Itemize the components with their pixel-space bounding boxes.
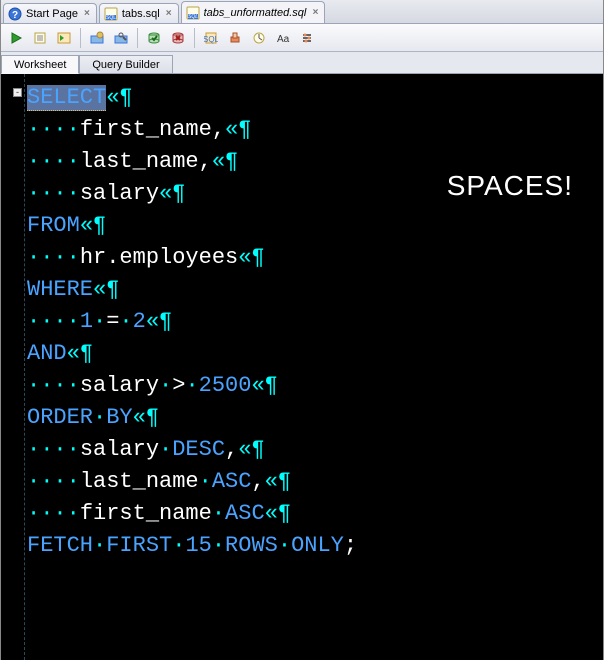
sql-file-icon: SQL [186, 6, 200, 20]
unshared-worksheet-button[interactable]: SQL [200, 27, 222, 49]
code-line: ····salary·DESC,«¶ [27, 434, 595, 466]
explain-plan-button[interactable] [53, 27, 75, 49]
subtab-worksheet[interactable]: Worksheet [1, 55, 79, 74]
sql-editor[interactable]: SPACES! SELECT«¶ ····first_name,«¶ ····l… [25, 74, 603, 660]
editor-area: - SPACES! SELECT«¶ ····first_name,«¶ ···… [1, 74, 603, 660]
tab-tabs-unformatted-sql[interactable]: SQL tabs_unformatted.sql × [181, 1, 326, 23]
tab-label: Start Page [26, 8, 78, 20]
tab-label: tabs.sql [122, 8, 160, 20]
close-icon[interactable]: × [312, 7, 318, 18]
toolbar-separator [137, 28, 138, 48]
close-icon[interactable]: × [166, 8, 172, 19]
editor-gutter: - [1, 74, 25, 660]
tab-start-page[interactable]: ? Start Page × [3, 3, 97, 23]
run-script-button[interactable] [29, 27, 51, 49]
to-upper-lower-button[interactable]: Aa [272, 27, 294, 49]
sql-file-icon: SQL [104, 7, 118, 21]
code-line: ····first_name,«¶ [27, 114, 595, 146]
rollback-button[interactable] [167, 27, 189, 49]
svg-text:SQL: SQL [188, 14, 198, 20]
close-icon[interactable]: × [84, 8, 90, 19]
commit-button[interactable] [143, 27, 165, 49]
code-line: ····last_name·ASC,«¶ [27, 466, 595, 498]
fold-toggle-icon[interactable]: - [13, 88, 22, 97]
code-line: ····hr.employees«¶ [27, 242, 595, 274]
file-tab-bar: ? Start Page × SQL tabs.sql × SQL tabs_u… [1, 0, 603, 24]
code-line: ····salary·>·2500«¶ [27, 370, 595, 402]
help-icon: ? [8, 7, 22, 21]
code-line: WHERE«¶ [27, 274, 595, 306]
annotation-label: SPACES! [447, 170, 573, 202]
run-statement-button[interactable] [5, 27, 27, 49]
clear-button[interactable] [224, 27, 246, 49]
worksheet-sub-tabs: Worksheet Query Builder [1, 52, 603, 74]
svg-text:SQL: SQL [106, 15, 116, 21]
toolbar-separator [194, 28, 195, 48]
toolbar: SQL Aa [1, 24, 603, 52]
tab-label: tabs_unformatted.sql [204, 7, 307, 19]
code-line: ORDER·BY«¶ [27, 402, 595, 434]
tab-tabs-sql[interactable]: SQL tabs.sql × [99, 3, 179, 23]
code-line: FROM«¶ [27, 210, 595, 242]
sql-history-button[interactable] [248, 27, 270, 49]
code-line: SELECT«¶ [27, 82, 595, 114]
svg-text:?: ? [12, 10, 18, 21]
code-line: ····1·=·2«¶ [27, 306, 595, 338]
autotrace-button[interactable] [86, 27, 108, 49]
code-line: ····first_name·ASC«¶ [27, 498, 595, 530]
toolbar-separator [80, 28, 81, 48]
subtab-query-builder[interactable]: Query Builder [79, 55, 172, 73]
settings-button[interactable] [296, 27, 318, 49]
sql-tuning-button[interactable] [110, 27, 132, 49]
svg-text:Aa: Aa [277, 34, 290, 45]
svg-text:SQL: SQL [204, 35, 218, 44]
code-line: FETCH·FIRST·15·ROWS·ONLY; [27, 530, 595, 562]
code-line: AND«¶ [27, 338, 595, 370]
